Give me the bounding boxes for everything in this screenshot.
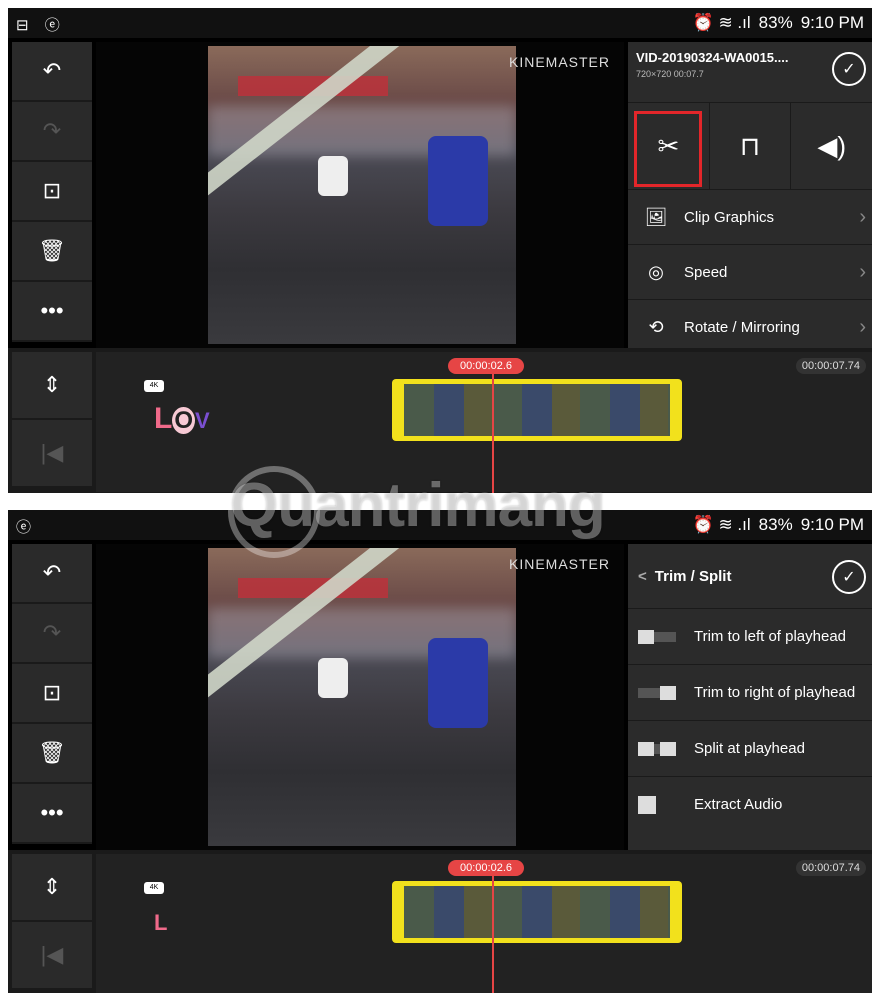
kinemaster-watermark: KINEMASTER xyxy=(508,556,610,572)
signal-icons: ⏰ ≋ .ıl xyxy=(692,13,751,32)
clock: 9:10 PM xyxy=(800,13,864,32)
delete-button[interactable]: 🗑 xyxy=(12,724,92,784)
trim-left-icon xyxy=(638,629,682,645)
playhead-time: 00:00:02.6 xyxy=(448,860,524,876)
rotate-icon: ⟲ xyxy=(648,316,664,337)
timeline: ⇕ |◀ 4K L 00:00:02.6 00:00:07.74 xyxy=(8,850,872,993)
text-layer-preview[interactable]: LOV xyxy=(154,402,210,436)
battery-level: 83% xyxy=(758,515,793,534)
menu-speed[interactable]: ◎ Speed › xyxy=(628,245,872,300)
playhead-time: 00:00:02.6 xyxy=(448,358,524,374)
confirm-check-icon[interactable]: ✓ xyxy=(832,560,866,594)
fit-screen-button[interactable]: ⊡ xyxy=(12,664,92,724)
video-clip[interactable] xyxy=(392,881,682,943)
end-time: 00:00:07.74 xyxy=(795,860,866,876)
menu-rotate-mirroring[interactable]: ⟲ Rotate / Mirroring › xyxy=(628,300,872,354)
top-screenshot: ⊟ ⓔ ⏰ ≋ .ıl 83% 9:10 PM ↶ ↷ ⊡ 🗑 ••• KINE… xyxy=(8,8,872,493)
split-icon xyxy=(638,741,682,757)
trim-right-option[interactable]: Trim to right of playhead xyxy=(628,665,872,721)
chevron-right-icon: › xyxy=(859,260,866,283)
end-time: 00:00:07.74 xyxy=(795,358,866,374)
speed-icon: ◎ xyxy=(648,261,664,282)
playhead[interactable] xyxy=(492,876,494,993)
video-clip[interactable] xyxy=(392,379,682,441)
status-left-icons: ⓔ xyxy=(16,519,38,536)
timeline-expand-button[interactable]: ⇕ xyxy=(12,352,92,420)
jump-start-button[interactable]: |◀ xyxy=(12,420,92,488)
status-left-icons: ⊟ ⓔ xyxy=(16,17,66,34)
status-bar: ⊟ ⓔ ⏰ ≋ .ıl 83% 9:10 PM xyxy=(8,8,872,38)
4k-badge: 4K xyxy=(144,380,164,392)
menu-label: Speed xyxy=(684,263,728,281)
video-preview[interactable]: KINEMASTER xyxy=(96,42,624,348)
extract-audio-icon xyxy=(638,795,682,814)
undo-button[interactable]: ↶ xyxy=(12,42,92,102)
timeline-expand-button[interactable]: ⇕ xyxy=(12,854,92,922)
crop-icon[interactable]: ⊓ xyxy=(710,103,792,189)
undo-button[interactable]: ↶ xyxy=(12,544,92,604)
clock: 9:10 PM xyxy=(800,515,864,534)
back-chevron-icon[interactable]: < xyxy=(638,568,647,585)
4k-badge: 4K xyxy=(144,882,164,894)
confirm-check-icon[interactable]: ✓ xyxy=(832,52,866,86)
video-frame-image xyxy=(208,548,516,846)
kinemaster-watermark: KINEMASTER xyxy=(508,54,610,70)
extract-audio-option[interactable]: Extract Audio xyxy=(628,777,872,832)
trim-split-panel: < Trim / Split ✓ Trim to left of playhea… xyxy=(628,544,872,850)
scissors-icon[interactable]: ✂ xyxy=(628,103,710,189)
jump-start-button[interactable]: |◀ xyxy=(12,922,92,990)
volume-icon[interactable]: ◀) xyxy=(791,103,872,189)
trim-right-icon xyxy=(638,685,682,701)
left-toolbar: ↶ ↷ ⊡ 🗑 ••• xyxy=(12,544,92,844)
chevron-right-icon: › xyxy=(859,315,866,338)
battery-level: 83% xyxy=(758,13,793,32)
video-preview[interactable]: KINEMASTER xyxy=(96,544,624,850)
site-watermark: Quantrimang xyxy=(230,471,606,540)
delete-button[interactable]: 🗑 xyxy=(12,222,92,282)
more-button[interactable]: ••• xyxy=(12,282,92,342)
menu-clip-graphics[interactable]: 🖼 Clip Graphics › xyxy=(628,190,872,245)
clip-graphics-icon: 🖼 xyxy=(644,206,668,227)
more-button[interactable]: ••• xyxy=(12,784,92,844)
redo-button[interactable]: ↷ xyxy=(12,604,92,664)
split-option[interactable]: Split at playhead xyxy=(628,721,872,777)
left-toolbar: ↶ ↷ ⊡ 🗑 ••• xyxy=(12,42,92,342)
clip-options-panel: VID-20190324-WA0015.... 720×720 00:07.7 … xyxy=(628,42,872,348)
clip-tool-row: ✂ ⊓ ◀) xyxy=(628,103,872,190)
clip-filename: VID-20190324-WA0015.... xyxy=(636,50,789,65)
clip-meta: 720×720 00:07.7 xyxy=(636,69,704,79)
trim-left-option[interactable]: Trim to left of playhead xyxy=(628,609,872,665)
chevron-right-icon: › xyxy=(859,205,866,228)
menu-label: Rotate / Mirroring xyxy=(684,318,800,336)
bottom-screenshot: ⓔ ⏰ ≋ .ıl 83% 9:10 PM ↶ ↷ ⊡ 🗑 ••• KINEMA… xyxy=(8,510,872,993)
video-frame-image xyxy=(208,46,516,344)
text-layer-preview[interactable]: L xyxy=(154,904,167,938)
redo-button[interactable]: ↷ xyxy=(12,102,92,162)
fit-screen-button[interactable]: ⊡ xyxy=(12,162,92,222)
timeline-track-area[interactable]: 4K L 00:00:02.6 00:00:07.74 xyxy=(96,854,872,993)
panel-title: Trim / Split xyxy=(654,567,732,585)
signal-icons: ⏰ ≋ .ıl xyxy=(692,515,751,534)
menu-label: Clip Graphics xyxy=(684,208,775,226)
